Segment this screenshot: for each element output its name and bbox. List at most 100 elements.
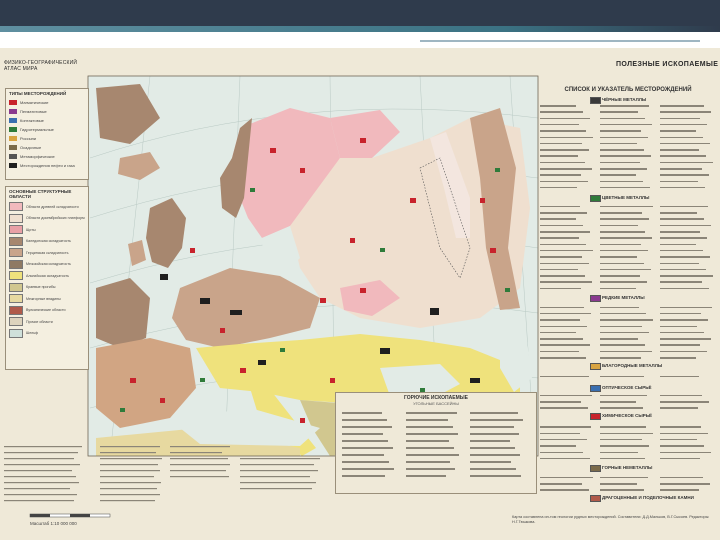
coal-entry — [342, 419, 387, 421]
index-entry — [660, 394, 702, 397]
index-entry — [600, 224, 638, 227]
coal-entry — [470, 433, 519, 435]
coal-entry — [406, 433, 458, 435]
deposit-index-title: СПИСОК И УКАЗАТЕЛЬ МЕСТОРОЖДЕНИЙ — [564, 87, 692, 93]
structure-label: Альпийская складчатость — [26, 273, 70, 278]
index-entry — [600, 275, 640, 277]
index-entry — [540, 407, 588, 409]
index-entry — [540, 123, 579, 126]
index-entry — [660, 218, 704, 220]
structure-label: Прочие области — [26, 319, 53, 324]
index-entry — [660, 344, 700, 346]
coal-entry — [342, 447, 393, 449]
index-entry — [660, 489, 699, 491]
index-entry — [660, 350, 707, 353]
index-entry — [660, 375, 699, 378]
contact-symbol — [9, 118, 17, 123]
index-entry — [540, 142, 582, 145]
structure-label: Шельф — [26, 331, 39, 336]
index-entry — [540, 212, 587, 214]
index-section-heading: БЛАГОРОДНЫЕ МЕТАЛЛЫ — [602, 363, 665, 369]
pegmatite-symbol — [9, 109, 17, 114]
index-entry — [540, 287, 581, 290]
index-entry — [540, 205, 580, 208]
index-entry — [660, 136, 703, 139]
structure-swatch — [9, 259, 23, 269]
index-entry — [600, 174, 636, 176]
index-entry — [660, 180, 698, 183]
index-entry — [660, 306, 712, 309]
index-entry — [540, 432, 580, 435]
index-entry — [540, 130, 586, 132]
structure-row: Области докембрийских платформ — [9, 213, 88, 225]
index-entry — [540, 489, 589, 491]
structure-row: Герцинская складчатость — [9, 247, 88, 259]
index-entry — [600, 155, 651, 157]
index-entry — [540, 319, 580, 321]
legend-label: Пегматитовые — [20, 109, 47, 114]
index-section-heading: ГОРНЫЕ НЕМЕТАЛЛЫ — [602, 465, 655, 471]
index-section-swatch — [590, 97, 601, 104]
index-entry — [660, 205, 708, 208]
index-entry — [660, 407, 698, 409]
index-entry — [660, 117, 700, 120]
legend-row: Месторождения нефти и газа — [9, 161, 88, 170]
legend-row: Россыпи — [9, 134, 88, 143]
index-entry — [540, 117, 590, 120]
index-entry — [540, 325, 587, 328]
index-entry — [660, 476, 703, 479]
structure-label: Герцинская складчатость — [26, 250, 69, 255]
structure-row: Прочие области — [9, 316, 88, 328]
structure-row: Краевые прогибы — [9, 282, 88, 294]
index-entry — [660, 249, 703, 252]
index-entry — [540, 249, 593, 252]
index-entry — [660, 312, 701, 315]
scale-bar — [29, 513, 111, 518]
index-entry — [540, 281, 592, 283]
legend-label: Магматические — [20, 100, 49, 105]
index-entry — [600, 457, 645, 460]
index-entry — [540, 401, 581, 403]
structure-swatch — [9, 202, 23, 212]
coal-basins-subtitle: УГОЛЬНЫЕ БАССЕЙНЫ — [413, 401, 459, 406]
structure-label: Мезозойская складчатость — [26, 262, 71, 267]
legend-label: Метаморфические — [20, 154, 55, 159]
index-entry — [600, 451, 638, 454]
index-entry — [660, 123, 707, 126]
index-section-swatch — [590, 413, 601, 420]
structure-swatch — [9, 294, 23, 304]
index-entry — [600, 218, 649, 220]
index-entry — [600, 136, 648, 139]
index-entry — [600, 489, 644, 491]
index-section-heading: ДРАГОЦЕННЫЕ И ПОДЕЛОЧНЫЕ КАМНИ — [602, 495, 696, 501]
map-title: ПОЛЕЗНЫЕ ИСКОПАЕМЫЕ — [616, 61, 719, 68]
index-entry — [540, 174, 581, 176]
index-entry — [660, 224, 711, 227]
index-entry — [660, 212, 697, 214]
structure-swatch — [9, 248, 23, 258]
index-entry — [660, 168, 702, 170]
index-entry — [600, 476, 648, 479]
coal-entry — [342, 461, 389, 463]
index-section-swatch — [590, 295, 601, 302]
index-section-swatch — [590, 385, 601, 392]
index-entry — [660, 451, 711, 454]
coal-entry — [406, 412, 457, 414]
coal-entry — [406, 447, 454, 449]
structure-swatch — [9, 236, 23, 246]
index-entry — [600, 438, 642, 441]
index-entry — [600, 237, 652, 239]
index-entry — [660, 174, 709, 176]
structure-row: Каледонская складчатость — [9, 236, 88, 248]
legend-row: Пегматитовые — [9, 107, 88, 116]
index-entry — [600, 445, 649, 447]
index-entry — [660, 130, 696, 132]
index-entry — [600, 325, 642, 328]
coal-entry — [470, 426, 514, 428]
index-entry — [540, 136, 593, 139]
placer-symbol — [9, 136, 17, 141]
structure-label: Межгорные впадины — [26, 296, 61, 301]
legend-row: Осадочные — [9, 143, 88, 152]
legend-label: Гидротермальные — [20, 127, 54, 132]
deposit-index: ЧЁРНЫЕ МЕТАЛЛЫ ЦВЕТНЫЕ МЕТАЛЛЫ РЕДКИЕ МЕТА… — [540, 95, 718, 507]
